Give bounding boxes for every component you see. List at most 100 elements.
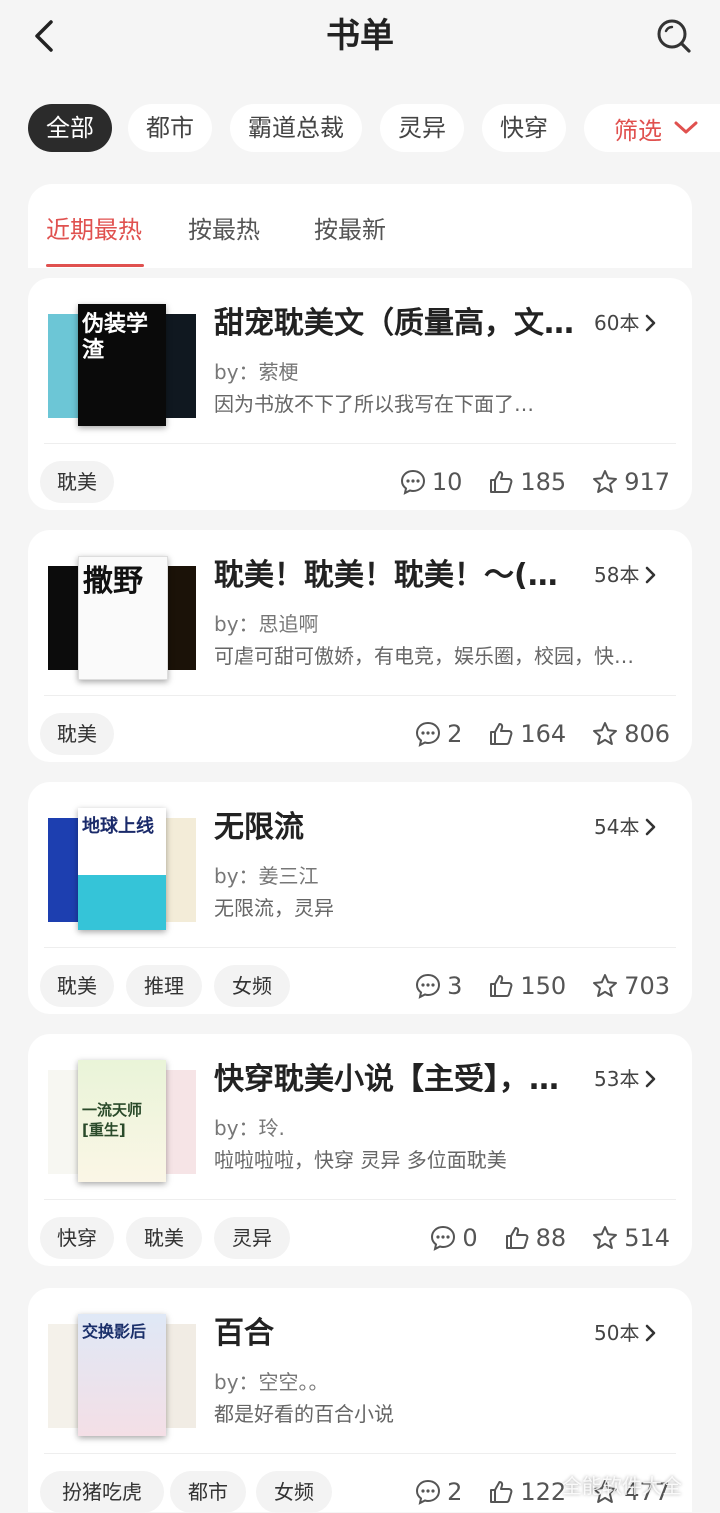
booklist-card: 撒野 耽美！耽美！耽美！～(… 58本 by：思追啊 可虐可甜可傲娇，有电竞，娱… (28, 530, 692, 762)
booklist-description: 无限流，灵异 (214, 896, 334, 920)
book-count: 54本 (594, 812, 657, 842)
booklist-header[interactable]: 撒野 耽美！耽美！耽美！～(… 58本 by：思追啊 可虐可甜可傲娇，有电竞，娱… (28, 530, 692, 696)
book-count: 60本 (594, 308, 657, 338)
chevron-right-icon (646, 818, 656, 836)
booklist-title: 甜宠耽美文（质量高，文… (214, 306, 574, 341)
comment-icon (416, 1479, 441, 1505)
favorite-stat[interactable]: 703 (592, 972, 670, 1000)
divider (44, 1199, 676, 1200)
comment-icon (400, 469, 425, 495)
comment-stat[interactable]: 2 (415, 1478, 462, 1506)
chevron-right-icon (646, 1070, 656, 1088)
chip-supernatural[interactable]: 灵异 (380, 104, 464, 152)
comment-icon (431, 1225, 456, 1251)
booklist-header[interactable]: 地球上线 无限流 54本 by：姜三江 无限流，灵异 (28, 782, 692, 948)
favorite-count: 806 (624, 720, 670, 748)
booklist-description: 可虐可甜可傲娇，有电竞，娱乐圈，校园，快… (214, 644, 634, 668)
booklist-author: by：玲. (214, 1116, 285, 1140)
tag-chip[interactable]: 灵异 (214, 1217, 290, 1259)
booklist-description: 都是好看的百合小说 (214, 1402, 394, 1426)
tag-chip[interactable]: 扮猪吃虎 (40, 1471, 164, 1513)
tag-chip[interactable]: 女频 (214, 965, 290, 1007)
booklist-author: by：思追啊 (214, 612, 319, 636)
comment-count: 2 (447, 1478, 463, 1506)
thumbs-up-icon (505, 1227, 529, 1249)
book-count-text: 50本 (594, 1321, 640, 1345)
book-cover: 一流天师[重生] (78, 1060, 166, 1182)
favorite-stat[interactable]: 917 (592, 468, 670, 496)
cover-stack: 撒野 (48, 556, 198, 680)
booklist-card: 一流天师[重生] 快穿耽美小说【主受】，… 53本 by：玲. 啦啦啦啦，快穿 … (28, 1034, 692, 1266)
book-cover: 伪装学渣 (78, 304, 166, 426)
chip-all[interactable]: 全部 (28, 104, 112, 152)
booklist-header[interactable]: 一流天师[重生] 快穿耽美小说【主受】，… 53本 by：玲. 啦啦啦啦，快穿 … (28, 1034, 692, 1200)
tag-chip[interactable]: 都市 (170, 1471, 246, 1513)
cover-stack: 交换影后 (48, 1314, 198, 1436)
like-count: 185 (520, 468, 567, 496)
star-icon (593, 1226, 618, 1249)
cover-title: 伪装学渣 (82, 312, 149, 363)
chevron-right-icon (646, 1324, 656, 1342)
tag-chip[interactable]: 女频 (256, 1471, 332, 1513)
filter-button[interactable]: 筛选 (584, 104, 720, 152)
search-button[interactable] (650, 12, 698, 60)
comment-stat[interactable]: 2 (415, 720, 462, 748)
like-stat[interactable]: 150 (488, 972, 566, 1000)
chip-urban[interactable]: 都市 (128, 104, 212, 152)
comment-stat[interactable]: 3 (415, 972, 462, 1000)
cover-stack: 地球上线 (48, 808, 198, 930)
watermark: 全能软件大全 (562, 1474, 682, 1498)
comment-count: 3 (447, 972, 463, 1000)
comment-stat[interactable]: 10 (400, 468, 462, 496)
favorite-count: 514 (624, 1224, 670, 1252)
favorite-stat[interactable]: 514 (592, 1224, 670, 1252)
book-count: 58本 (594, 560, 657, 590)
like-stat[interactable]: 88 (504, 1224, 567, 1252)
cover-title: 一流天师[重生] (82, 1101, 143, 1139)
booklist-header[interactable]: 伪装学渣 甜宠耽美文（质量高，文… 60本 by：萦梗 因为书放不下了所以我写在… (28, 278, 692, 444)
tag-chip[interactable]: 耽美 (40, 713, 114, 755)
thumbs-up-icon (490, 975, 513, 997)
like-stat[interactable]: 185 (488, 468, 566, 496)
tag-chip[interactable]: 耽美 (126, 1217, 202, 1259)
chip-ceo[interactable]: 霸道总裁 (230, 104, 362, 152)
like-count: 150 (520, 972, 567, 1000)
favorite-stat[interactable]: 806 (592, 720, 670, 748)
tab-newest[interactable]: 按最新 (314, 210, 386, 245)
filter-label: 筛选 (614, 116, 662, 145)
divider (44, 947, 676, 948)
like-count: 88 (535, 1224, 567, 1252)
tag-chip[interactable]: 耽美 (40, 965, 114, 1007)
book-count-text: 54本 (594, 815, 640, 839)
comment-count: 2 (447, 720, 463, 748)
stats-row: 3 150 703 (415, 965, 670, 1007)
thumbs-up-icon (490, 1481, 513, 1503)
tag-chip[interactable]: 推理 (126, 965, 202, 1007)
stats-row: 10 185 917 (400, 461, 670, 503)
tag-chip[interactable]: 耽美 (40, 461, 114, 503)
divider (44, 443, 676, 444)
book-count: 53本 (594, 1064, 657, 1094)
like-stat[interactable]: 164 (488, 720, 566, 748)
booklist-title: 百合 (214, 1316, 274, 1351)
booklist-title: 快穿耽美小说【主受】，… (214, 1062, 559, 1097)
chip-quick-transmigration[interactable]: 快穿 (482, 104, 566, 152)
like-stat[interactable]: 122 (488, 1478, 566, 1506)
tab-recent-hot[interactable]: 近期最热 (46, 210, 142, 245)
like-count: 122 (520, 1478, 567, 1506)
thumbs-up-icon (490, 471, 513, 493)
cover-stack: 一流天师[重生] (48, 1060, 198, 1182)
tag-chip[interactable]: 快穿 (40, 1217, 114, 1259)
comment-stat[interactable]: 0 (430, 1224, 478, 1252)
tab-hottest[interactable]: 按最热 (188, 210, 260, 245)
divider (44, 695, 676, 696)
category-chip-bar: 全部 都市 霸道总裁 灵异 快穿 筛选 (28, 104, 720, 152)
booklist-author: by：空空。。 (214, 1370, 329, 1394)
booklist-header[interactable]: 交换影后 百合 50本 by：空空。。 都是好看的百合小说 (28, 1288, 692, 1454)
divider (44, 1453, 676, 1454)
active-tab-indicator (46, 264, 144, 267)
thumbs-up-icon (490, 723, 513, 745)
book-count-text: 60本 (594, 311, 640, 335)
chevron-down-icon (674, 121, 698, 134)
stats-row: 2 164 806 (415, 713, 670, 755)
